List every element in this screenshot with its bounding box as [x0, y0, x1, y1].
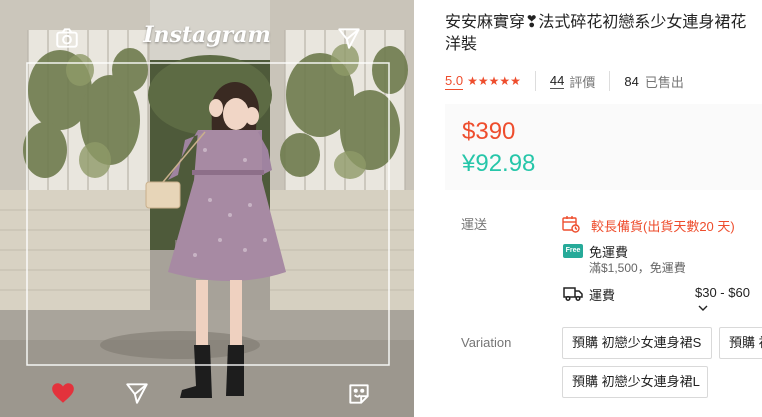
long-prep-notice: 較長備貨(出貨天數20 天)	[591, 219, 735, 234]
send-icon[interactable]	[336, 25, 362, 51]
shipping-fee-range: $30 - $60	[695, 285, 750, 300]
shipping-fee-label: 運費	[589, 288, 616, 303]
product-image[interactable]: Instagram	[0, 0, 414, 417]
free-shipping-icon: Free	[563, 244, 583, 258]
price-secondary: ¥92.98	[462, 150, 536, 177]
review-label: 評價	[569, 74, 596, 90]
truck-icon	[563, 283, 583, 303]
price-primary: $390	[462, 118, 516, 145]
star-rating-icon: ★★★★★	[467, 74, 521, 88]
product-title: 安安麻實穿❣法式碎花初戀系少女連身裙花洋裝	[445, 14, 747, 53]
variation-option[interactable]: 預購 初戀少女連身裙L	[562, 366, 708, 398]
divider	[609, 71, 611, 91]
shipping-label: 運送	[461, 217, 488, 232]
variation-option[interactable]: 預購 初戀少女連身裙S	[562, 327, 712, 359]
send-icon[interactable]	[124, 380, 150, 406]
calendar-clock-icon	[561, 214, 581, 234]
sold-label: 已售出	[644, 74, 684, 90]
sticker-icon[interactable]	[346, 381, 372, 407]
rating-row: 5.0 ★★★★★ 44 評價 84 已售出	[445, 70, 684, 92]
camera-icon[interactable]	[54, 25, 80, 51]
rating-score[interactable]: 5.0	[445, 73, 464, 90]
review-count[interactable]: 44	[549, 73, 565, 89]
divider	[534, 71, 536, 91]
variation-label: Variation	[461, 335, 512, 350]
free-shipping-condition: 滿$1,500，免運費	[589, 261, 686, 275]
product-info-panel: 安安麻實穿❣法式碎花初戀系少女連身裙花洋裝 5.0 ★★★★★ 44 評價 84…	[445, 0, 762, 417]
variation-option[interactable]: 預購 初戀少女連身裙M	[719, 327, 762, 359]
chevron-down-icon	[698, 300, 708, 315]
product-photo-art	[0, 0, 414, 417]
price-box: $390 ¥92.98	[445, 104, 762, 190]
heart-icon[interactable]	[50, 380, 76, 406]
sold-count: 84	[624, 73, 639, 89]
shipping-fee-dropdown[interactable]: $30 - $60	[695, 285, 762, 317]
